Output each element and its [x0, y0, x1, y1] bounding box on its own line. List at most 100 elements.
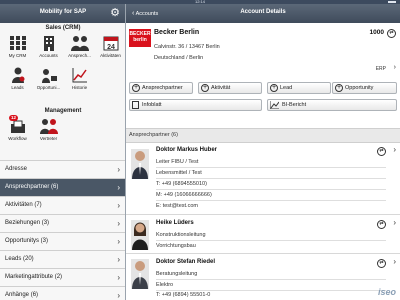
app-label: Opportuni...	[36, 85, 61, 90]
menu-item-anhaenge[interactable]: Anhänge (6) ›	[0, 286, 125, 300]
app-label: Workflow	[8, 136, 27, 141]
infoblatt-button[interactable]: Infoblatt	[129, 99, 262, 111]
avatar	[131, 149, 149, 179]
contact-card[interactable]: Doktor Stefan Riedel ⇄ › Beratungsleitun…	[126, 255, 400, 300]
contact-email[interactable]: E: test@test.com	[156, 203, 198, 209]
app-label: My CRM	[8, 53, 27, 58]
account-number: 1000	[369, 29, 384, 36]
menu-item-marketingattribute[interactable]: Marketingattribute (2) ›	[0, 268, 125, 286]
add-lead-button[interactable]: + Lead	[267, 82, 331, 94]
people-icon	[39, 117, 59, 135]
building-icon	[39, 34, 59, 52]
add-ansprechpartner-button[interactable]: + Ansprechpartner	[129, 82, 193, 94]
chevron-right-icon: ›	[117, 201, 120, 210]
calendar-icon: 24	[101, 34, 121, 52]
chevron-right-icon: ›	[393, 218, 396, 227]
app-opportunities[interactable]: Opportuni...	[33, 66, 64, 90]
brand-logo: iseo	[377, 287, 396, 297]
chevron-right-icon: ›	[117, 273, 120, 282]
menu-item-opportunitys[interactable]: Opportunitys (3) ›	[0, 232, 125, 250]
avatar	[131, 259, 149, 289]
menu-item-adresse[interactable]: Adresse ›	[0, 160, 125, 178]
app-label: Aktivitäten	[100, 53, 121, 58]
contact-card[interactable]: Heike Lüders ⇄ › Konstruktionsleitung Vo…	[126, 216, 400, 254]
app-label: Accounts	[39, 53, 58, 58]
contact-role: Beratungsleitung	[156, 271, 198, 277]
menu-item-ansprechpartner[interactable]: Ansprechpartner (6) ›	[0, 178, 125, 196]
contact-phone[interactable]: T: +49 (6894) 55501-0	[156, 292, 210, 298]
more-actions-icon[interactable]: ⇄	[377, 259, 386, 268]
contact-mobile[interactable]: M: +49 (16066666666)	[156, 192, 212, 198]
sales-heading: Sales (CRM)	[45, 25, 81, 31]
right-pane: ‹ Accounts Account Details BECKER berlin …	[126, 4, 400, 300]
contacts-section-header: Ansprechpartner (6)	[126, 128, 400, 143]
chevron-right-icon: ›	[117, 183, 120, 192]
menu-item-aktivitaeten[interactable]: Aktivitäten (7) ›	[0, 196, 125, 214]
plus-icon: +	[270, 84, 278, 92]
app-vertreter[interactable]: Vertreter	[33, 117, 64, 141]
grid-icon	[8, 34, 28, 52]
app-title: Mobility for SAP	[39, 9, 87, 15]
right-navbar: ‹ Accounts Account Details	[126, 4, 400, 23]
left-pane: Mobility for SAP ⚙ Sales (CRM) My CRM Ac…	[0, 4, 126, 300]
plus-icon: +	[201, 84, 209, 92]
battery-icon	[388, 1, 396, 3]
contact-name: Doktor Markus Huber	[156, 147, 218, 153]
contact-name: Doktor Stefan Riedel	[156, 259, 216, 265]
chevron-right-icon: ›	[393, 145, 396, 154]
chevron-right-icon: ›	[117, 219, 120, 228]
avatar	[131, 220, 149, 250]
account-header: BECKER berlin Becker Berlin 1000 ⇄ Calvin…	[126, 23, 400, 121]
menu-item-leads[interactable]: Leads (20) ›	[0, 250, 125, 268]
chart-icon	[270, 101, 279, 109]
left-navbar: Mobility for SAP ⚙	[0, 4, 125, 23]
app-accounts[interactable]: Accounts	[33, 34, 64, 58]
erp-link[interactable]: ERP	[376, 66, 386, 72]
contact-name: Heike Lüders	[156, 220, 194, 226]
app-leads[interactable]: Leads	[2, 66, 33, 90]
bi-bericht-button[interactable]: BI-Bericht	[267, 99, 397, 111]
chevron-right-icon: ›	[117, 255, 120, 264]
document-icon	[132, 101, 139, 109]
address-line-2: Deutschland / Berlin	[154, 55, 204, 61]
money-icon	[39, 66, 59, 84]
page-title: Account Details	[240, 9, 286, 15]
app-label: Historie	[71, 85, 88, 90]
menu-item-beziehungen[interactable]: Beziehungen (3) ›	[0, 214, 125, 232]
app-historie[interactable]: Historie	[64, 66, 95, 90]
contact-dept: Vorrichtungsbau	[156, 243, 196, 249]
app-workflow[interactable]: 12 Workflow	[2, 115, 33, 141]
app-label: Vertreter	[39, 136, 58, 141]
contact-role: Konstruktionsleitung	[156, 232, 206, 238]
account-name: Becker Berlin	[154, 29, 200, 36]
app-my-crm[interactable]: My CRM	[2, 34, 33, 58]
more-actions-icon[interactable]: ⇄	[377, 147, 386, 156]
contact-phone[interactable]: T: +49 (6894555010)	[156, 181, 207, 187]
chevron-right-icon: ›	[117, 237, 120, 246]
management-heading: Management	[44, 108, 82, 114]
workflow-badge: 12	[9, 115, 19, 121]
contact-dept: Lebensmittel / Test	[156, 170, 202, 176]
chevron-right-icon: ›	[393, 257, 396, 266]
app-aktivitaeten[interactable]: 24 Aktivitäten	[95, 34, 126, 58]
address-line-1: Calvinstr. 36 / 13467 Berlin	[154, 44, 220, 50]
plus-icon: +	[335, 84, 343, 92]
chevron-right-icon: ›	[117, 291, 120, 300]
person-icon	[8, 66, 28, 84]
svg-text:24: 24	[107, 44, 115, 51]
app-ansprechpartner[interactable]: Ansprech...	[64, 34, 95, 58]
app-label: Leads	[11, 85, 24, 90]
people-icon	[70, 34, 90, 52]
contact-role: Leiter FIBU / Test	[156, 159, 199, 165]
gear-icon[interactable]: ⚙	[109, 7, 121, 19]
add-aktivitaet-button[interactable]: + Aktivität	[198, 82, 262, 94]
chevron-right-icon: ›	[393, 64, 396, 71]
chart-icon	[70, 66, 90, 84]
account-logo: BECKER berlin	[129, 29, 151, 47]
more-actions-icon[interactable]: ⇄	[377, 220, 386, 229]
detail-menu: Adresse › Ansprechpartner (6) › Aktivitäte…	[0, 160, 125, 300]
more-actions-icon[interactable]: ⇄	[387, 29, 396, 38]
contact-card[interactable]: Doktor Markus Huber ⇄ › Leiter FIBU / Te…	[126, 143, 400, 215]
chevron-right-icon: ›	[117, 165, 120, 174]
add-opportunity-button[interactable]: + Opportunity	[332, 82, 397, 94]
